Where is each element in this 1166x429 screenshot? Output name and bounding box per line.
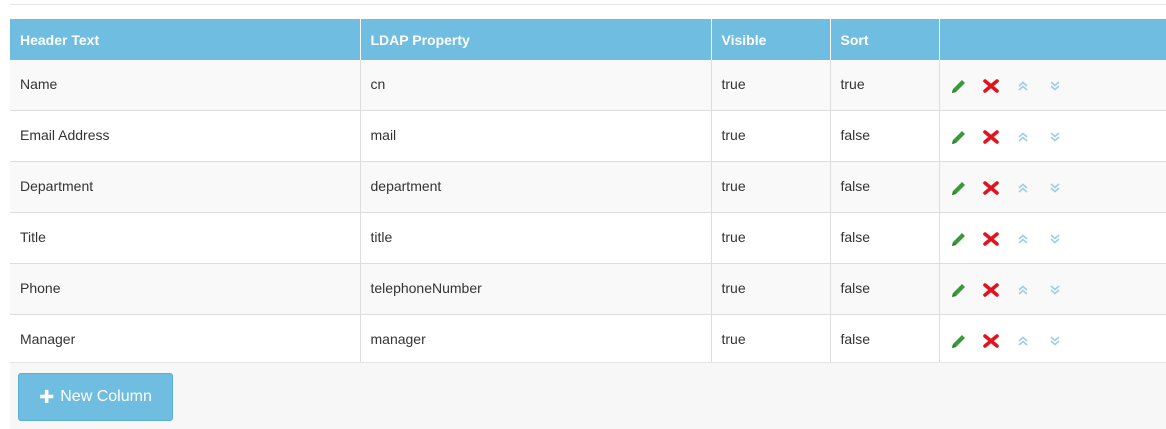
column-header-sort: Sort [830,19,940,60]
cell-text: telephoneNumber [370,280,482,296]
cell-actions [939,110,1166,162]
edit-icon[interactable] [950,282,968,298]
cell-actions [939,212,1166,264]
cell-ldap-property: manager [360,314,712,366]
column-header-ldap-property: LDAP Property [360,19,712,60]
edit-icon[interactable] [950,333,968,349]
move-down-icon[interactable] [1046,129,1064,145]
table-row: Phone telephoneNumber true false [10,263,1166,315]
cell-text: Manager [20,331,76,347]
cell-visible: true [711,212,831,264]
edit-icon[interactable] [950,78,968,94]
cell-text: false [840,280,871,296]
move-down-icon[interactable] [1046,180,1064,196]
edit-icon[interactable] [950,180,968,196]
cell-text: false [840,331,871,347]
delete-icon[interactable] [982,231,1000,247]
cell-actions [939,60,1166,111]
table-row: Email Address mail true false [10,110,1166,162]
cell-text: true [721,331,746,347]
delete-icon[interactable] [982,78,1000,94]
column-header-visible: Visible [711,19,831,60]
plus-icon: ✚ [39,386,55,407]
move-down-icon[interactable] [1046,333,1064,349]
table-row: Manager manager true false [10,314,1166,366]
cell-sort: false [830,314,940,366]
delete-icon[interactable] [982,282,1000,298]
cell-sort: false [830,161,940,213]
delete-icon[interactable] [982,129,1000,145]
cell-header-text: Department [10,161,361,213]
cell-text: title [370,229,393,245]
move-down-icon[interactable] [1046,231,1064,247]
move-down-icon[interactable] [1046,282,1064,298]
cell-text: true [721,280,746,296]
cell-text: true [721,229,746,245]
cell-header-text: Phone [10,263,361,315]
cell-text: true [721,127,746,143]
cell-visible: true [711,110,831,162]
column-header-actions [939,19,1166,60]
cell-text: Title [20,229,46,245]
cell-header-text: Manager [10,314,361,366]
cell-text: Phone [20,280,61,296]
table-header-row: Header Text LDAP Property Visible Sort [10,19,1166,60]
top-divider [10,4,1166,5]
cell-ldap-property: mail [360,110,712,162]
edit-icon[interactable] [950,231,968,247]
new-column-label: New Column [60,388,152,405]
table-footer: ✚ New Column [10,362,1166,429]
delete-icon[interactable] [982,333,1000,349]
cell-ldap-property: title [360,212,712,264]
move-up-icon[interactable] [1014,231,1032,247]
table-row: Title title true false [10,212,1166,264]
move-up-icon[interactable] [1014,78,1032,94]
cell-header-text: Name [10,60,361,111]
cell-ldap-property: department [360,161,712,213]
edit-icon[interactable] [950,129,968,145]
cell-text: false [840,178,871,194]
cell-visible: true [711,161,831,213]
cell-sort: false [830,110,940,162]
cell-text: true [721,178,746,194]
cell-sort: false [830,212,940,264]
cell-text: true [840,76,865,92]
cell-text: Email Address [20,127,110,143]
cell-sort: false [830,263,940,315]
move-up-icon[interactable] [1014,180,1032,196]
column-header-header-text: Header Text [10,19,361,60]
cell-ldap-property: telephoneNumber [360,263,712,315]
table-row: Department department true false [10,161,1166,213]
cell-text: Name [20,76,58,92]
cell-text: true [721,76,746,92]
move-up-icon[interactable] [1014,129,1032,145]
table-row: Name cn true true [10,60,1166,111]
cell-visible: true [711,263,831,315]
cell-visible: true [711,314,831,366]
move-up-icon[interactable] [1014,282,1032,298]
cell-actions [939,314,1166,366]
cell-text: mail [370,127,397,143]
cell-ldap-property: cn [360,60,712,111]
cell-text: Department [20,178,94,194]
new-column-button[interactable]: ✚ New Column [18,373,173,421]
cell-actions [939,161,1166,213]
cell-sort: true [830,60,940,111]
cell-actions [939,263,1166,315]
move-up-icon[interactable] [1014,333,1032,349]
delete-icon[interactable] [982,180,1000,196]
cell-text: manager [370,331,426,347]
cell-text: department [370,178,442,194]
cell-header-text: Email Address [10,110,361,162]
cell-header-text: Title [10,212,361,264]
cell-visible: true [711,60,831,111]
cell-text: false [840,127,871,143]
cell-text: false [840,229,871,245]
cell-text: cn [370,76,386,92]
ldap-columns-table: Header Text LDAP Property Visible Sort N… [10,19,1166,366]
move-down-icon[interactable] [1046,78,1064,94]
